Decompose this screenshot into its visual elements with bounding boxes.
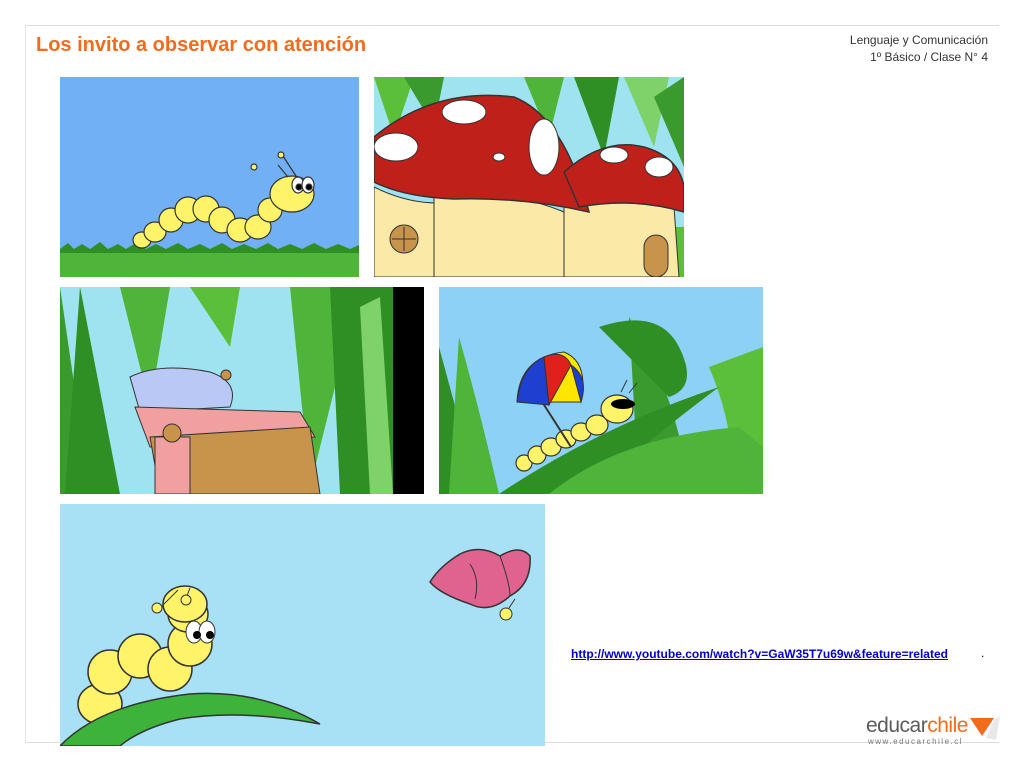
mushroom-houses-image	[374, 77, 684, 277]
lesson-number: 1º Básico / Clase N° 4	[870, 50, 988, 64]
educarchile-logo: educarchile www.educarchile.cl	[848, 706, 1008, 756]
course-name: Lenguaje y Comunicación	[849, 33, 988, 47]
logo-url: www.educarchile.cl	[868, 737, 964, 746]
caterpillar-on-grass-image	[60, 77, 359, 277]
slide-title: Los invito a observar con atención	[36, 34, 367, 56]
logo-arrow-icon	[970, 716, 1000, 740]
bed-in-grass-image	[60, 287, 424, 494]
caterpillar-butterfly-image	[60, 504, 545, 746]
course-header: Lenguaje y Comunicación 1º Básico / Clas…	[850, 32, 988, 66]
logo-wordmark: educarchile	[866, 714, 968, 737]
youtube-video-link[interactable]: http://www.youtube.com/watch?v=GaW35T7u6…	[571, 647, 948, 661]
link-trailing-period: .	[981, 646, 985, 660]
caterpillar-umbrella-image	[439, 287, 763, 494]
